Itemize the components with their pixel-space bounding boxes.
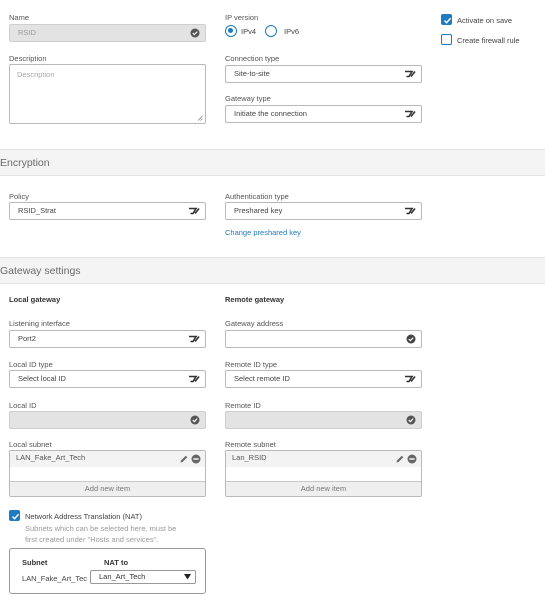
activate-on-save-label: Activate on save [457,16,513,25]
local-subnet-add-button[interactable]: Add new item [10,481,205,496]
nat-col-nat-to: NAT to [104,558,129,567]
gateway-type-label: Gateway type [225,94,271,103]
remove-circle-icon[interactable] [407,454,417,464]
dropdown-toggle-icon [405,70,416,78]
list-item[interactable]: Lan_RSID [226,451,421,467]
caret-down-icon [184,574,191,580]
name-label: Name [9,13,30,22]
nat-to-select[interactable]: Lan_Art_Tech [90,570,196,584]
check-circle-icon [406,415,416,425]
local-id-field[interactable] [9,411,206,429]
gateway-settings-title: Gateway settings [0,265,81,277]
policy-select[interactable]: RSID_Strat [9,202,206,220]
description-placeholder: Description [17,70,55,79]
listening-interface-value: Port2 [18,334,36,343]
remote-subnet-label: Remote subnet [225,440,276,449]
nat-row-subnet: LAN_Fake_Art_Tec [22,574,88,583]
create-firewall-rule-label: Create firewall rule [457,36,520,45]
gateway-settings-section-header: Gateway settings [0,257,545,284]
dropdown-toggle-icon [189,335,200,343]
local-subnet-item-label: LAN_Fake_Art_Tech [16,453,86,462]
local-gateway-title: Local gateway [9,295,61,304]
gateway-address-label: Gateway address [225,319,284,328]
row-actions [395,454,417,469]
remote-id-type-label: Remote ID type [225,360,278,369]
edit-pencil-icon[interactable] [179,454,189,464]
ipv6-radio[interactable] [265,25,277,37]
list-item[interactable]: LAN_Fake_Art_Tech [10,451,205,467]
checkmark-icon [11,513,19,520]
local-id-type-select[interactable]: Select local ID [9,370,206,388]
nat-to-value: Lan_Art_Tech [99,572,146,581]
remote-subnet-item-label: Lan_RSID [232,453,267,462]
edit-pencil-icon[interactable] [395,454,405,464]
check-circle-icon [406,334,416,344]
auth-type-label: Authentication type [225,192,289,201]
gateway-address-field[interactable] [225,330,422,348]
dropdown-toggle-icon [405,375,416,383]
listening-interface-select[interactable]: Port2 [9,330,206,348]
create-firewall-rule-checkbox[interactable] [441,34,452,45]
check-circle-icon [190,415,200,425]
activate-on-save-checkbox[interactable] [441,14,452,25]
gateway-type-select[interactable]: Initiate the connection [225,105,422,123]
check-circle-icon [190,28,200,38]
nat-help-line-1: Subnets which can be selected here, must… [25,524,177,533]
nat-label: Network Address Translation (NAT) [25,512,142,521]
connection-type-select[interactable]: Site-to-site [225,65,422,83]
dropdown-toggle-icon [405,110,416,118]
connection-type-label: Connection type [225,54,280,63]
description-label: Description [9,54,47,63]
ipv6-label: IPv6 [284,27,300,36]
local-subnet-label: Local subnet [9,440,52,449]
remove-circle-icon[interactable] [191,454,201,464]
encryption-section-header: Encryption [0,149,545,176]
local-subnet-list: LAN_Fake_Art_Tech Add new item [9,450,206,497]
nat-checkbox[interactable] [9,510,20,521]
ip-version-label: IP version [225,13,259,22]
connection-type-value: Site-to-site [234,69,270,78]
remote-subnet-add-button[interactable]: Add new item [226,481,421,496]
dropdown-toggle-icon [189,375,200,383]
name-value: RSID [18,28,36,37]
nat-col-subnet: Subnet [22,558,48,567]
policy-label: Policy [9,192,30,201]
listening-interface-label: Listening interface [9,319,70,328]
gateway-type-value: Initiate the connection [234,109,307,118]
remote-gateway-title: Remote gateway [225,295,285,304]
resize-grip-icon[interactable] [197,115,203,121]
ipv4-label: IPv4 [241,27,257,36]
local-id-type-value: Select local ID [18,374,66,383]
dropdown-toggle-icon [189,207,200,215]
remote-subnet-list: Lan_RSID Add new item [225,450,422,497]
dropdown-toggle-icon [405,207,416,215]
local-id-type-label: Local ID type [9,360,53,369]
checkmark-icon [443,17,451,24]
encryption-title: Encryption [0,157,50,169]
name-field[interactable]: RSID [9,24,206,42]
remote-id-type-value: Select remote ID [234,374,290,383]
row-actions [179,454,201,469]
remote-id-type-select[interactable]: Select remote ID [225,370,422,388]
nat-help-line-2: first created under "Hosts and services"… [25,535,159,544]
remote-id-label: Remote ID [225,401,261,410]
local-id-label: Local ID [9,401,37,410]
policy-value: RSID_Strat [18,206,56,215]
description-textarea[interactable]: Description [9,64,206,124]
change-preshared-key-link[interactable]: Change preshared key [225,228,301,237]
ipv4-radio[interactable] [225,25,237,37]
nat-table: Subnet NAT to LAN_Fake_Art_Tec Lan_Art_T… [9,548,206,594]
auth-type-select[interactable]: Preshared key [225,202,422,220]
auth-type-value: Preshared key [234,206,283,215]
remote-id-field[interactable] [225,411,422,429]
